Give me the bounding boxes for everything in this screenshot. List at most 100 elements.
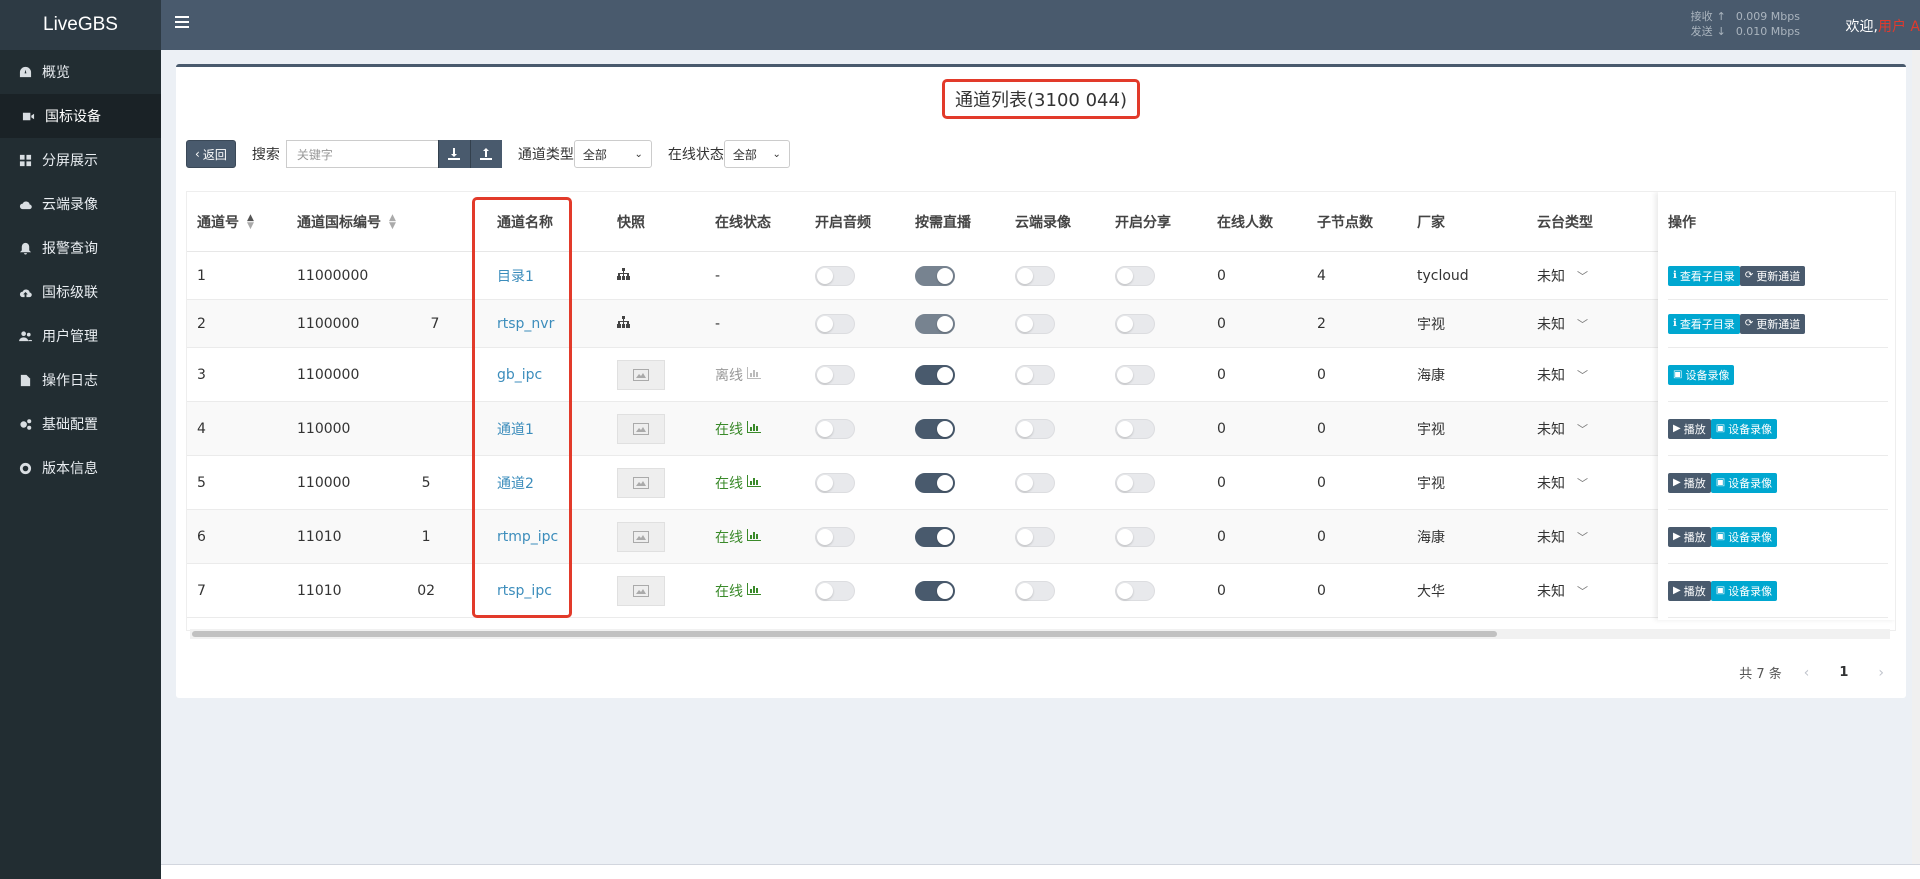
- online-status-select[interactable]: 全部 ⌄: [723, 140, 790, 168]
- channel-name-link[interactable]: rtsp_ipc: [497, 583, 552, 599]
- bar-chart-icon[interactable]: [747, 366, 761, 383]
- action-button-1[interactable]: ⟳ 更新通道: [1739, 265, 1806, 286]
- action-button-0[interactable]: ▶ 播放: [1668, 472, 1711, 493]
- action-button-0[interactable]: ▶ 播放: [1668, 580, 1711, 601]
- on-demand-toggle[interactable]: [915, 472, 955, 493]
- share-toggle[interactable]: [1115, 265, 1155, 286]
- on-demand-toggle[interactable]: [915, 265, 955, 286]
- channel-list-panel: 通道列表(3100 044) ‹ 返回 搜索 关键字 通道类型 全部 ⌄ 在线状态 …: [176, 64, 1906, 698]
- action-button-1[interactable]: ▣ 设备录像: [1710, 526, 1778, 547]
- sidebar-item-5[interactable]: 国标级联: [0, 270, 161, 314]
- audio-toggle[interactable]: [815, 580, 855, 601]
- cell-ptz[interactable]: 未知 ﹀: [1537, 456, 1657, 509]
- page-scrollbar[interactable]: [1912, 50, 1920, 879]
- action-button-0[interactable]: ℹ 查看子目录: [1668, 313, 1740, 334]
- sitemap-icon[interactable]: [617, 315, 630, 332]
- cloud-record-toggle[interactable]: [1015, 265, 1055, 286]
- user-menu[interactable]: 欢迎,用户 A: [1846, 16, 1920, 36]
- channel-name-link[interactable]: gb_ipc: [497, 367, 542, 383]
- cloud-record-toggle[interactable]: [1015, 580, 1055, 601]
- online-status-value: 全部: [732, 147, 757, 162]
- search-input[interactable]: 关键字: [285, 140, 438, 168]
- header-col-channel-no[interactable]: 通道号 ▲ ▼: [197, 192, 277, 252]
- sidebar-item-9[interactable]: 版本信息: [0, 446, 161, 490]
- share-toggle[interactable]: [1115, 526, 1155, 547]
- cell-ptz[interactable]: 未知 ﹀: [1537, 252, 1657, 299]
- snapshot-thumbnail[interactable]: [617, 467, 665, 498]
- action-button-1[interactable]: ⟳ 更新通道: [1739, 313, 1806, 334]
- cloud-record-toggle[interactable]: [1015, 313, 1055, 334]
- on-demand-toggle[interactable]: [915, 418, 955, 439]
- action-button-0[interactable]: ▶ 播放: [1668, 526, 1711, 547]
- snapshot-thumbnail[interactable]: [617, 575, 665, 606]
- share-toggle[interactable]: [1115, 364, 1155, 385]
- audio-toggle[interactable]: [815, 265, 855, 286]
- audio-toggle[interactable]: [815, 313, 855, 334]
- cloud-record-toggle[interactable]: [1015, 364, 1055, 385]
- action-button-0[interactable]: ℹ 查看子目录: [1668, 265, 1740, 286]
- menu-toggle-icon[interactable]: [175, 16, 189, 30]
- sidebar-item-3[interactable]: 云端录像: [0, 182, 161, 226]
- cloud-record-toggle[interactable]: [1015, 472, 1055, 493]
- sidebar-item-2[interactable]: 分屏展示: [0, 138, 161, 182]
- children-count: 0: [1317, 366, 1326, 383]
- sidebar-item-label: 报警查询: [42, 241, 98, 257]
- action-button-1[interactable]: ▣ 设备录像: [1710, 580, 1778, 601]
- on-demand-toggle[interactable]: [915, 580, 955, 601]
- bar-chart-icon[interactable]: [747, 582, 761, 599]
- on-demand-toggle[interactable]: [915, 526, 955, 547]
- audio-toggle[interactable]: [815, 418, 855, 439]
- channel-name-link[interactable]: 通道2: [497, 473, 534, 493]
- audio-toggle[interactable]: [815, 526, 855, 547]
- on-demand-toggle[interactable]: [915, 364, 955, 385]
- share-toggle[interactable]: [1115, 313, 1155, 334]
- upload-button[interactable]: [469, 140, 502, 168]
- channel-name-link[interactable]: 目录1: [497, 266, 534, 286]
- cell-ptz[interactable]: 未知 ﹀: [1537, 300, 1657, 347]
- cloud-record-toggle[interactable]: [1015, 526, 1055, 547]
- snapshot-thumbnail[interactable]: [617, 359, 665, 390]
- sitemap-icon[interactable]: [617, 267, 630, 284]
- action-button-1[interactable]: ▣ 设备录像: [1710, 418, 1778, 439]
- share-toggle[interactable]: [1115, 472, 1155, 493]
- prev-page-button[interactable]: ‹: [1804, 665, 1810, 681]
- bar-chart-icon[interactable]: [747, 474, 761, 491]
- cell-ptz[interactable]: 未知 ﹀: [1537, 348, 1657, 401]
- cell-ptz[interactable]: 未知 ﹀: [1537, 564, 1657, 617]
- bar-chart-icon[interactable]: [747, 420, 761, 437]
- app-logo[interactable]: LiveGBS: [0, 0, 161, 50]
- cell-ptz[interactable]: 未知 ﹀: [1537, 402, 1657, 455]
- scrollbar-thumb[interactable]: [192, 631, 1497, 637]
- sidebar-item-7[interactable]: 操作日志: [0, 358, 161, 402]
- current-page[interactable]: 1: [1839, 665, 1848, 680]
- sidebar-item-6[interactable]: 用户管理: [0, 314, 161, 358]
- share-toggle[interactable]: [1115, 580, 1155, 601]
- snapshot-thumbnail[interactable]: [617, 521, 665, 552]
- action-button-0[interactable]: ▣ 设备录像: [1668, 364, 1735, 385]
- sidebar-item-1[interactable]: 国标设备: [0, 94, 161, 138]
- sidebar-item-8[interactable]: 基础配置: [0, 402, 161, 446]
- audio-toggle[interactable]: [815, 472, 855, 493]
- channel-name-link[interactable]: 通道1: [497, 419, 534, 439]
- share-toggle[interactable]: [1115, 418, 1155, 439]
- channel-type-select[interactable]: 全部 ⌄: [573, 140, 652, 168]
- channel-name-link[interactable]: rtmp_ipc: [497, 529, 558, 545]
- snapshot-thumbnail[interactable]: [617, 413, 665, 444]
- cell-ptz[interactable]: 未知 ﹀: [1537, 510, 1657, 563]
- table-horizontal-scrollbar[interactable]: [190, 629, 1890, 639]
- sidebar-item-4[interactable]: 报警查询: [0, 226, 161, 270]
- bar-chart-icon[interactable]: [747, 528, 761, 545]
- sort-icon[interactable]: ▲ ▼: [389, 214, 396, 231]
- cloud-record-toggle[interactable]: [1015, 418, 1055, 439]
- back-button[interactable]: ‹ 返回: [186, 140, 236, 168]
- on-demand-toggle[interactable]: [915, 313, 955, 334]
- sidebar-item-0[interactable]: 概览: [0, 50, 161, 94]
- sort-icon[interactable]: ▲ ▼: [247, 214, 254, 231]
- download-button[interactable]: [437, 140, 470, 168]
- next-page-button[interactable]: ›: [1878, 665, 1884, 681]
- channel-name-link[interactable]: rtsp_nvr: [497, 316, 554, 332]
- header-col-channel-code[interactable]: 通道国标编号 ▲ ▼: [297, 192, 477, 252]
- audio-toggle[interactable]: [815, 364, 855, 385]
- action-button-1[interactable]: ▣ 设备录像: [1710, 472, 1778, 493]
- action-button-0[interactable]: ▶ 播放: [1668, 418, 1711, 439]
